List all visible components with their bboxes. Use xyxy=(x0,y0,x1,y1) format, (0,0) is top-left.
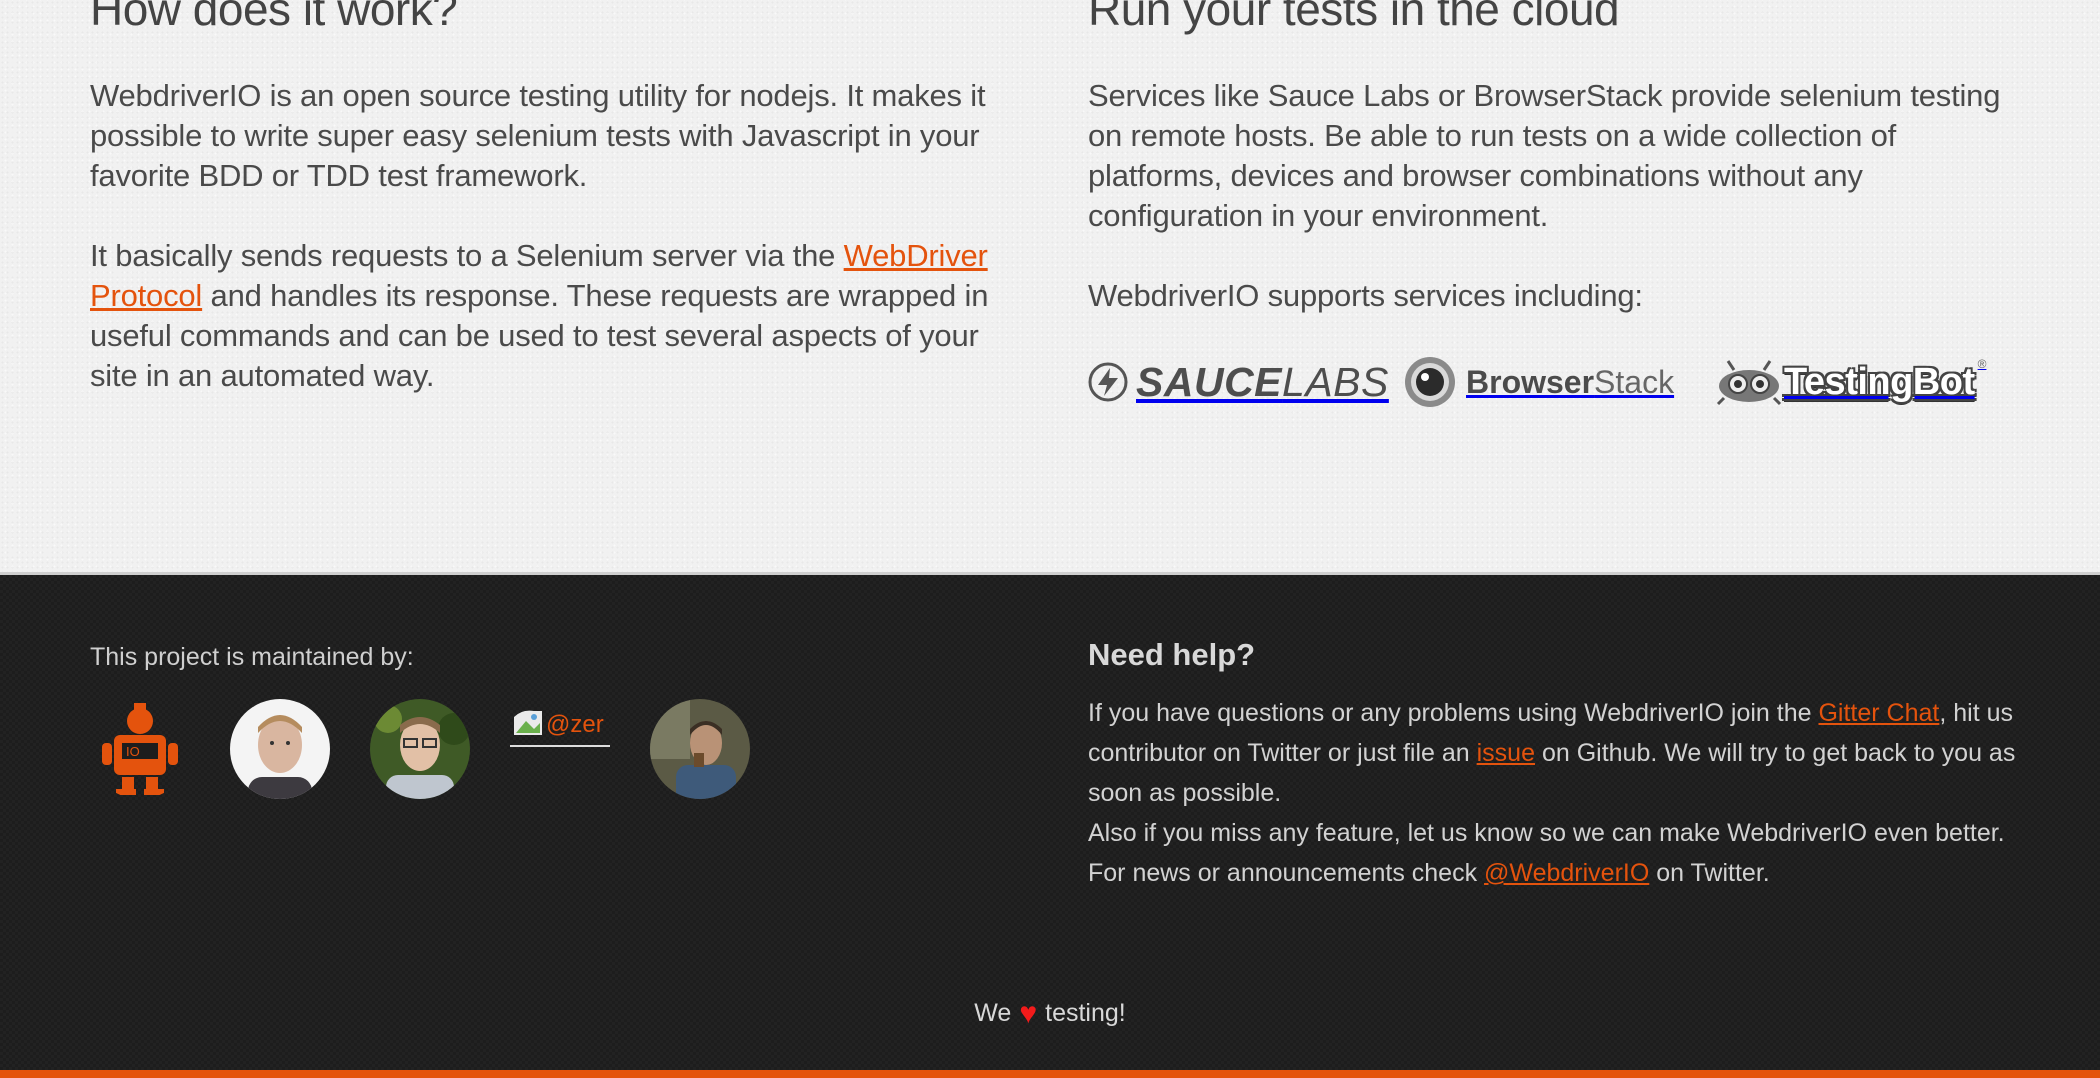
saucelabs-wordmark: SAUCELABS xyxy=(1136,359,1389,406)
testingbot-registered: ® xyxy=(1977,357,1987,371)
help-text-6: on Twitter. xyxy=(1649,859,1770,887)
browserstack-logo[interactable]: BrowserStack xyxy=(1404,354,1674,410)
footer: This project is maintained by: IO @zer N… xyxy=(0,572,2100,1073)
love-text-before: We xyxy=(974,999,1012,1027)
person-photo-icon xyxy=(370,699,470,799)
services-intro: WebdriverIO supports services including: xyxy=(1088,278,1643,313)
help-text-1: If you have questions or any problems us… xyxy=(1088,699,1819,727)
need-help-title: Need help? xyxy=(1088,637,1256,672)
how-it-works-intro: WebdriverIO is an open source testing ut… xyxy=(90,78,986,193)
footer-accent-bar xyxy=(0,1070,2100,1078)
details-text-1: It basically sends requests to a Seleniu… xyxy=(90,238,844,273)
twitter-link[interactable]: @WebdriverIO xyxy=(1484,859,1649,887)
love-text-after: testing! xyxy=(1045,999,1126,1027)
help-text-5: For news or announcements check xyxy=(1088,859,1485,887)
browserstack-eye-icon xyxy=(1405,357,1455,407)
cloud-intro: Services like Sauce Labs or BrowserStack… xyxy=(1088,78,2001,233)
heart-icon: ♥ xyxy=(1019,997,1038,1030)
service-logos: SAUCELABS BrowserStack TestingBot ® xyxy=(1088,354,2018,410)
saucelabs-wordmark-bold: SAUCE xyxy=(1136,358,1283,405)
saucelabs-wordmark-light: LABS xyxy=(1282,358,1389,405)
features-section: How does it work? WebdriverIO is an open… xyxy=(0,0,2100,572)
maintainer-avatar-1[interactable] xyxy=(230,699,330,799)
maintainer-avatar-3[interactable] xyxy=(650,699,750,799)
testingbot-logo[interactable]: TestingBot ® xyxy=(1714,354,1986,410)
svg-text:IO: IO xyxy=(126,744,140,759)
saucelabs-logo[interactable]: SAUCELABS xyxy=(1088,354,1389,410)
broken-avatar-alt-text: @zer xyxy=(546,711,604,738)
details-text-2: and handles its response. These requests… xyxy=(90,278,989,393)
browserstack-wordmark-light: Stack xyxy=(1594,363,1675,400)
gitter-chat-link[interactable]: Gitter Chat xyxy=(1818,699,1939,727)
browserstack-wordmark-bold: Browser xyxy=(1466,363,1595,400)
cloud-title: Run your tests in the cloud xyxy=(1088,0,1620,35)
we-love-testing: We ♥ testing! xyxy=(0,995,2100,1030)
maintainer-avatar-robot[interactable]: IO xyxy=(90,699,190,799)
person-photo-icon xyxy=(230,699,330,799)
how-it-works-title: How does it work? xyxy=(90,0,458,35)
issue-link[interactable]: issue xyxy=(1477,739,1535,767)
maintainers-label: This project is maintained by: xyxy=(90,643,414,671)
broken-image-frame: @zer xyxy=(510,699,610,747)
maintainers-avatars: IO @zer xyxy=(90,699,790,803)
maintainer-avatar-broken[interactable]: @zer xyxy=(510,699,612,747)
help-text-4: Also if you miss any feature, let us kno… xyxy=(1088,819,2005,847)
webdriverio-robot-icon: IO xyxy=(102,703,178,795)
browserstack-wordmark: BrowserStack xyxy=(1466,364,1674,401)
how-it-works-details: It basically sends requests to a Seleniu… xyxy=(90,236,1025,396)
saucelabs-bolt-icon xyxy=(1088,362,1128,402)
maintainer-avatar-2[interactable] xyxy=(370,699,470,799)
person-photo-icon xyxy=(650,699,750,799)
testingbot-robot-icon xyxy=(1716,360,1782,406)
testingbot-wordmark: TestingBot xyxy=(1784,360,1975,403)
help-text: If you have questions or any problems us… xyxy=(1088,693,2023,893)
broken-image-icon xyxy=(514,710,542,735)
